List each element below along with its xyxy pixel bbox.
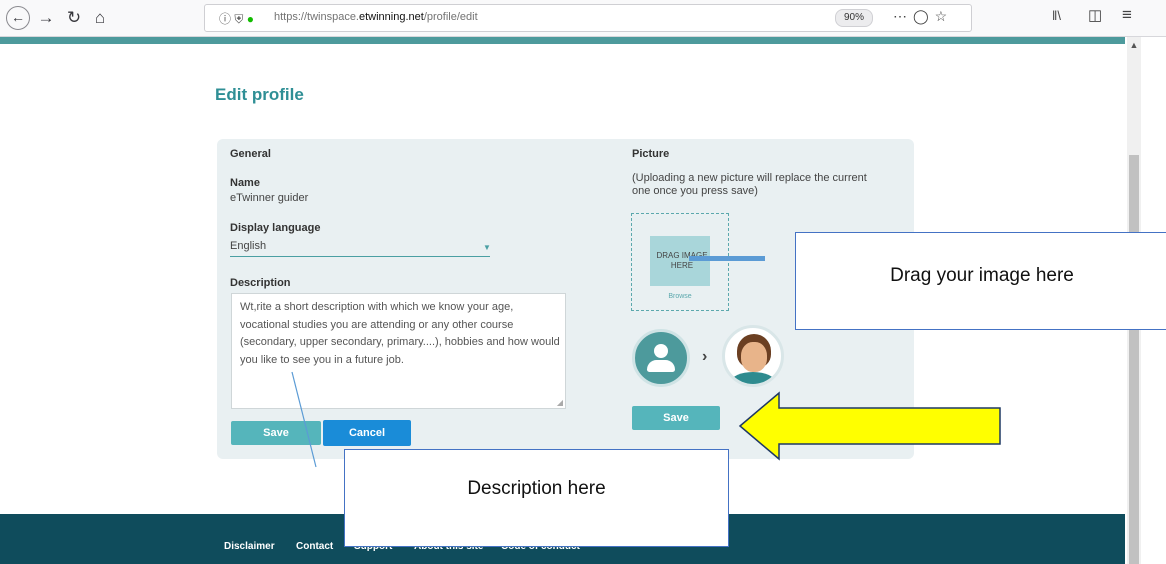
menu-icon[interactable]: ≡ (1122, 5, 1132, 25)
footer-link-contact[interactable]: Contact (296, 541, 333, 552)
display-language-label: Display language (230, 222, 321, 234)
name-label: Name (230, 177, 260, 189)
page-title: Edit profile (215, 85, 304, 104)
picture-note: (Uploading a new picture will replace th… (632, 172, 867, 197)
callout-drag-image: Drag your image here (795, 232, 1166, 330)
info-icon[interactable]: ⓘ (219, 12, 231, 26)
select-underline (230, 256, 490, 257)
description-label: Description (230, 277, 291, 289)
zoom-level-badge[interactable]: 90% (835, 9, 873, 27)
description-textarea[interactable]: Wt,rite a short description with which w… (231, 293, 566, 409)
more-icon[interactable]: ⋯ (893, 8, 913, 24)
avatar-body (647, 360, 675, 372)
lock-icon: ● (246, 12, 254, 26)
page-actions[interactable]: ⋯◯☆ (893, 8, 953, 25)
home-icon[interactable]: ⌂ (88, 6, 112, 30)
custom-avatar (722, 325, 784, 387)
star-icon[interactable]: ☆ (935, 8, 954, 24)
dropzone-text: DRAG IMAGE HERE (656, 251, 708, 270)
image-dropzone[interactable]: DRAG IMAGE HERE Browse (631, 213, 729, 311)
description-text: Wt,rite a short description with which w… (240, 301, 560, 366)
general-heading: General (230, 148, 271, 160)
library-icon[interactable]: ‖\ (1052, 8, 1061, 23)
browser-toolbar: ← → ↻ ⌂ ⓘ ⛨ ● https://twinspace.etwinnin… (0, 0, 1166, 37)
chevron-right-icon: › (702, 348, 708, 365)
callout-description: Description here (344, 449, 729, 547)
save-button[interactable]: Save (231, 421, 321, 445)
shield-icon[interactable]: ⛨ (234, 12, 243, 26)
picture-heading: Picture (632, 148, 670, 160)
cancel-button[interactable]: Cancel (323, 420, 411, 446)
display-language-select[interactable]: English (230, 240, 266, 252)
sidebar-icon[interactable]: ◫ (1088, 6, 1102, 24)
yellow-arrow-icon (738, 391, 1001, 461)
url-bar[interactable]: ⓘ ⛨ ● https://twinspace.etwinning.net/pr… (204, 4, 972, 32)
header-band (0, 37, 1125, 44)
save-picture-button[interactable]: Save (632, 406, 720, 430)
browse-link[interactable]: Browse (632, 293, 728, 300)
footer-link-disclaimer[interactable]: Disclaimer (224, 541, 275, 552)
forward-arrow-icon[interactable]: → (34, 6, 58, 30)
avatar-head (654, 344, 668, 358)
name-value: eTwinner guider (230, 192, 309, 204)
avatar-face (741, 342, 767, 372)
scrollbar-thumb[interactable] (1129, 155, 1139, 564)
scroll-up-icon[interactable]: ▲ (1127, 40, 1141, 52)
default-avatar-icon (632, 329, 690, 387)
reload-icon[interactable]: ↻ (62, 6, 86, 30)
back-arrow-icon[interactable]: ← (6, 6, 30, 30)
resize-handle-icon[interactable]: ◢ (557, 398, 563, 407)
url-text[interactable]: https://twinspace.etwinning.net/profile/… (274, 11, 478, 23)
site-info-icons[interactable]: ⓘ ⛨ ● (219, 10, 254, 27)
pocket-icon[interactable]: ◯ (913, 8, 935, 24)
drag-pointer-line (689, 256, 765, 261)
chevron-down-icon[interactable]: ▼ (483, 243, 491, 252)
